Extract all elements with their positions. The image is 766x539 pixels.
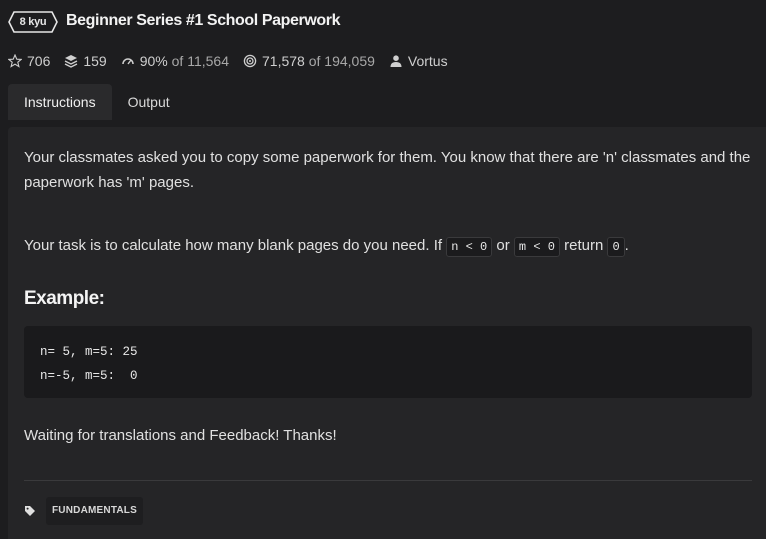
rank-label: 8 kyu (19, 16, 47, 28)
target-icon (243, 54, 257, 68)
example-heading: Example: (24, 288, 105, 309)
user-icon (390, 55, 402, 67)
period-text: . (624, 237, 629, 254)
star-icon (8, 54, 22, 68)
completed-stat: 71,578 of 194,059 (243, 53, 375, 69)
gauge-icon (121, 58, 134, 65)
tag-icon (25, 506, 35, 516)
kata-header: 8 kyu Beginner Series #1 School Paperwor… (0, 0, 766, 44)
inline-code-n: n < 0 (446, 237, 493, 257)
inline-code-m: m < 0 (513, 237, 560, 257)
rank-badge: 8 kyu (8, 11, 58, 33)
satisfaction-percent: 90% (139, 53, 168, 69)
stack-icon (65, 55, 78, 68)
tab-bar: Instructions Output (8, 84, 186, 120)
code-line: n=-5, m=5: 0 (40, 369, 138, 383)
feedback-paragraph: Waiting for translations and Feedback! T… (24, 427, 337, 444)
example-code-block[interactable]: n= 5, m=5: 25 n=-5, m=5: 0 (24, 326, 752, 398)
tab-instructions[interactable]: Instructions (8, 84, 112, 120)
satisfaction-total: of 11,564 (171, 53, 229, 69)
kata-title: Beginner Series #1 School Paperwork (66, 12, 341, 29)
stars-stat[interactable]: 706 (8, 53, 50, 69)
kata-stats: 706 159 90% of 11,564 71,578 of 194,059 … (8, 52, 462, 70)
or-text: or (496, 237, 510, 254)
tab-output[interactable]: Output (112, 84, 186, 120)
completed-total: of 194,059 (308, 53, 375, 69)
inline-code-zero: 0 (607, 237, 625, 257)
task-paragraph: Your task is to calculate how many blank… (24, 233, 752, 260)
return-text: return (564, 237, 604, 254)
tag-list: FUNDAMENTALS (24, 497, 143, 525)
instructions-panel: Your classmates asked you to copy some p… (8, 127, 766, 539)
collections-count: 159 (83, 53, 107, 69)
description-paragraph: Your classmates asked you to copy some p… (24, 149, 751, 191)
collections-stat[interactable]: 159 (64, 53, 107, 69)
satisfaction-stat: 90% of 11,564 (121, 53, 229, 69)
tag-chip[interactable]: FUNDAMENTALS (46, 497, 143, 525)
divider (24, 480, 752, 481)
task-text: Your task is to calculate how many blank… (24, 237, 443, 254)
code-line: n= 5, m=5: 25 (40, 345, 138, 359)
completed-count: 71,578 (262, 53, 305, 69)
stars-count: 706 (27, 53, 51, 69)
author-name[interactable]: Vortus (408, 53, 448, 69)
author-stat[interactable]: Vortus (389, 53, 448, 69)
